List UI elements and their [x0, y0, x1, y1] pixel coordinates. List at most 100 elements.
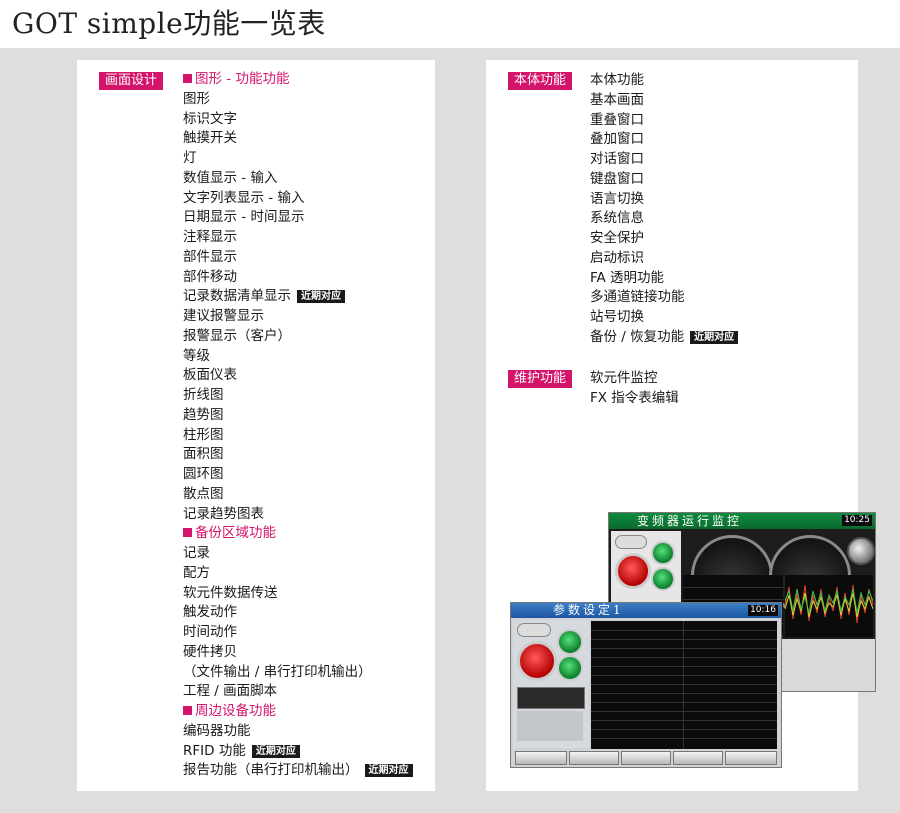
body-function-item: 系统信息 — [590, 209, 738, 229]
body-function-item: 基本画面 — [590, 91, 738, 111]
screen-design-section-heading: 备份区域功能 — [183, 524, 413, 544]
screen-design-item-label: 文字列表显示 - 输入 — [183, 189, 305, 206]
body-function-item: 键盘窗口 — [590, 170, 738, 190]
body-function-item-label: 叠加窗口 — [590, 131, 644, 148]
screen-design-item: 散点图 — [183, 485, 413, 505]
screen-design-item-label: 触发动作 — [183, 604, 237, 621]
body-function-item: 重叠窗口 — [590, 111, 738, 131]
coming-soon-badge: 近期对应 — [297, 290, 345, 304]
parameter-table — [591, 621, 777, 749]
screen-design-item: 等级 — [183, 347, 413, 367]
screen-design-item-label: 图形 — [183, 90, 210, 107]
parameter-settings-title: 参数设定1 — [511, 603, 781, 618]
body-function-item: FA 透明功能 — [590, 269, 738, 289]
inverter-monitor-clock: 10:25 — [842, 515, 872, 526]
screen-design-item-label: 编码器功能 — [183, 722, 251, 739]
screen-design-item-label: 配方 — [183, 564, 210, 581]
parameter-settings-clock: 10:16 — [748, 605, 778, 616]
body-function-item: 备份 / 恢复功能 近期对应 — [590, 328, 739, 348]
screen-design-item-label: 散点图 — [183, 485, 224, 502]
screen-design-item: 报警显示（客户） — [183, 327, 413, 347]
body-function-list: 本体功能基本画面 重叠窗口 叠加窗口对话窗口键盘窗口语言切换系统信息 安全保护 启动标识… — [590, 71, 739, 348]
body-function-item: 安全保护 — [590, 229, 738, 249]
screen-design-item-label: 圆环图 — [183, 466, 224, 482]
body-function-item-label: 备份 / 恢复功能 — [590, 328, 685, 345]
screen-design-item-label: 记录趋势图表 — [183, 505, 264, 522]
screen-design-item-label: 数值显示 - 输入 — [183, 169, 278, 186]
screen-design-item: RFID 功能 近期对应 — [183, 742, 413, 762]
screen-design-item-label: 注释显示 — [183, 229, 237, 245]
screen-design-item: 灯 — [183, 149, 413, 169]
screen-design-item: 标识文字 — [183, 110, 413, 130]
body-function-item-label: 语言切换 — [590, 190, 644, 207]
screen-design-item: （文件输出 / 串行打印机输出） — [183, 663, 413, 683]
screen-design-item: 柱形图 — [183, 426, 413, 446]
maintenance-tag: 维护功能 — [508, 370, 573, 388]
maintenance-item-label: FX 指令表编辑 — [590, 389, 679, 406]
screen-design-item: 触摸开关 — [183, 129, 413, 149]
trend-waveform-icon — [784, 575, 874, 637]
speed-knob-icon — [847, 537, 875, 565]
screen-design-item-label: 报告功能（串行打印机输出） — [183, 762, 359, 779]
settings-status-lamps — [517, 711, 583, 741]
screen-design-item-label: 面积图 — [183, 446, 224, 463]
screen-design-item-label: 部件移动 — [183, 268, 237, 285]
body-function-item-label: 键盘窗口 — [590, 170, 644, 187]
screen-design-item: 板面仪表 — [183, 366, 413, 386]
screen-design-item: 面积图 — [183, 445, 413, 465]
body-function-item: 语言切换 — [590, 190, 738, 210]
screen-design-item-label: 硬件拷贝 — [183, 643, 237, 660]
screen-design-item: 图形 — [183, 90, 413, 110]
body-function-item: 站号切换 — [590, 308, 738, 328]
screen-design-item: 部件移动 — [183, 268, 413, 288]
screen-design-section-heading: 图形 - 功能功能 — [183, 70, 413, 90]
maintenance-item: 软元件监控 — [590, 369, 679, 389]
settings-toggle-icon — [517, 623, 551, 637]
body-function-item-label: 本体功能 — [590, 72, 644, 88]
body-function-item: 对话窗口 — [590, 150, 738, 170]
screen-design-item-label: （文件输出 / 串行打印机输出） — [183, 663, 372, 680]
body-function-tag: 本体功能 — [508, 72, 573, 90]
screen-design-item: 工程 / 画面脚本 — [183, 682, 413, 702]
softkey-4 — [673, 751, 723, 765]
screen-design-item: 部件显示 — [183, 248, 413, 268]
screen-design-item: 记录 — [183, 544, 413, 564]
square-bullet-icon — [183, 74, 192, 83]
screen-design-item: 编码器功能 — [183, 722, 413, 742]
screen-design-item-label: 柱形图 — [183, 426, 224, 443]
softkey-1 — [515, 751, 567, 765]
screen-design-item: 配方 — [183, 564, 413, 584]
body-function-item-label: 站号切换 — [590, 309, 644, 325]
screen-design-item-label: 周边设备功能 — [195, 703, 276, 719]
softkey-3 — [621, 751, 671, 765]
screen-design-item: 记录数据清单显示 近期对应 — [183, 287, 413, 307]
screen-design-item-label: 时间动作 — [183, 624, 237, 640]
coming-soon-badge: 近期对应 — [251, 744, 300, 758]
square-bullet-icon — [183, 706, 192, 715]
coming-soon-badge: 近期对应 — [364, 764, 413, 778]
page-title: GOT simple功能一览表 — [12, 7, 326, 40]
screen-design-item-label: 备份区域功能 — [195, 525, 276, 542]
screen-design-item-label: 工程 / 画面脚本 — [183, 683, 278, 700]
softkey-5 — [725, 751, 777, 765]
reverse-button-icon — [651, 567, 675, 591]
maintenance-list: 软元件监控 FX 指令表编辑 — [590, 369, 679, 409]
screen-design-item-label: 记录数据清单显示 — [183, 288, 291, 305]
screen-design-item-label: 建议报警显示 — [183, 308, 264, 324]
maintenance-item-label: 软元件监控 — [590, 370, 658, 386]
screen-design-list: 图形 - 功能功能 图形标识文字 触摸开关灯数值显示 - 输入文字列表显示 - 输入… — [183, 70, 413, 781]
screen-design-section-heading: 周边设备功能 — [183, 702, 413, 722]
screen-design-item-label: RFID 功能 — [183, 742, 246, 759]
start-button-icon — [651, 541, 675, 565]
body-function-item: 启动标识 — [590, 249, 738, 269]
coming-soon-badge: 近期对应 — [690, 330, 739, 344]
screen-design-item: 建议报警显示 — [183, 307, 413, 327]
screen-design-item-label: 折线图 — [183, 387, 224, 403]
screen-design-item: 报告功能（串行打印机输出） 近期对应 — [183, 761, 413, 781]
screen-design-item-label: 等级 — [183, 347, 210, 364]
screen-design-item-label: 日期显示 - 时间显示 — [183, 209, 305, 226]
body-function-item-label: FA 透明功能 — [590, 269, 665, 286]
body-function-item-label: 对话窗口 — [590, 151, 644, 167]
settings-stop-button-icon — [517, 641, 557, 681]
screen-design-item-label: 灯 — [183, 150, 197, 166]
